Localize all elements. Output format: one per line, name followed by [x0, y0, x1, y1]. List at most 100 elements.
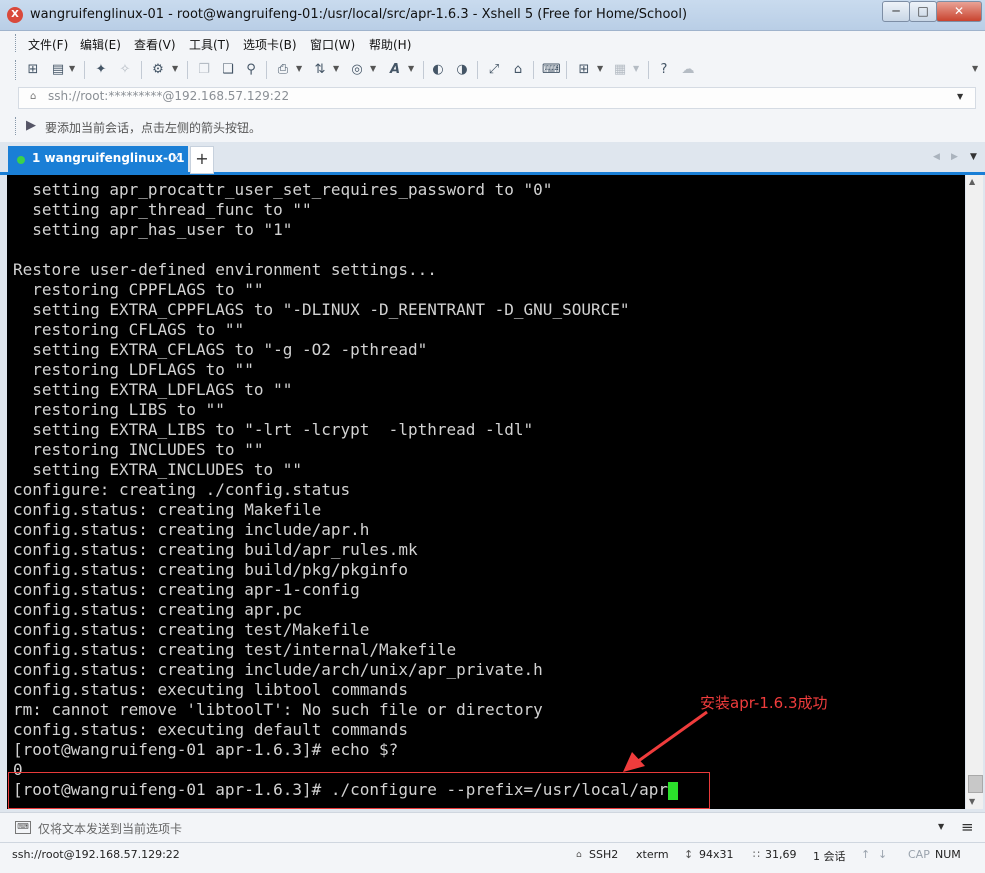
menu-grip — [15, 34, 19, 52]
status-caps-lock: CAP — [908, 848, 930, 861]
menu-file[interactable]: 文件(F) — [28, 36, 68, 53]
terminal-line: config.status: creating apr-1-config — [13, 580, 360, 599]
scroll-down-icon[interactable]: ▼ — [969, 797, 975, 806]
new-session-icon[interactable]: ⊞ — [25, 62, 41, 78]
title-bar[interactable]: X wangruifenglinux-01 - root@wangruifeng… — [0, 0, 985, 31]
toolbar-overflow-icon[interactable]: ▼ — [972, 64, 978, 73]
new-tab-button[interactable]: + — [190, 146, 214, 174]
terminal-line: config.status: creating apr.pc — [13, 600, 302, 619]
open-dropdown-icon[interactable]: ▼ — [69, 64, 75, 73]
lock-icon: ⌂ — [576, 850, 582, 860]
terminal-line: config.status: creating build/pkg/pkginf… — [13, 560, 408, 579]
toolbar-separator — [187, 61, 188, 79]
terminal-line: restoring INCLUDES to "" — [13, 440, 264, 459]
toolbar-separator — [141, 61, 142, 79]
window-title: wangruifenglinux-01 - root@wangruifeng-0… — [30, 7, 688, 22]
session-up-icon[interactable]: ↑ — [861, 848, 870, 861]
terminal-line: setting apr_procattr_user_set_requires_p… — [13, 180, 553, 199]
annotation-arrow — [623, 710, 708, 772]
tab-session-1[interactable]: 1 wangruifenglinux-01 × — [8, 146, 188, 172]
toolbar-separator — [533, 61, 534, 79]
terminal-line: config.status: creating test/internal/Ma… — [13, 640, 457, 659]
font-icon[interactable]: A — [387, 62, 403, 78]
menu-edit[interactable]: 编辑(E) — [80, 36, 121, 53]
tab-close-icon[interactable]: × — [171, 151, 181, 165]
transfer-icon[interactable]: ⇅ — [312, 62, 328, 78]
font-dropdown-icon[interactable]: ▼ — [408, 64, 414, 73]
globe-icon[interactable]: ◎ — [349, 62, 365, 78]
minimize-button[interactable]: ─ — [882, 1, 910, 22]
maximize-button[interactable]: □ — [909, 1, 937, 22]
find-icon[interactable]: ⚲ — [243, 62, 259, 78]
session-hint-bar: ▶ 要添加当前会话，点击左侧的箭头按钮。 — [0, 111, 985, 142]
hint-grip — [15, 117, 19, 135]
open-folder-icon[interactable]: ▤ — [50, 62, 66, 78]
toolbar-separator — [84, 61, 85, 79]
scroll-up-icon[interactable]: ▲ — [969, 177, 975, 186]
menu-icon[interactable]: ≡ — [961, 818, 974, 836]
status-terminal-type: xterm — [636, 848, 669, 861]
status-protocol: SSH2 — [589, 848, 619, 861]
chat-icon[interactable]: ☁ — [680, 62, 696, 78]
send-text-input[interactable]: 仅将文本发送到当前选项卡 — [38, 820, 182, 837]
menu-tabs[interactable]: 选项卡(B) — [243, 36, 297, 53]
lock-icon[interactable]: ⌂ — [510, 62, 526, 78]
menu-bar: 文件(F) 编辑(E) 查看(V) 工具(T) 选项卡(B) 窗口(W) 帮助(… — [0, 31, 985, 55]
address-text: ssh://root:*********@192.168.57.129:22 — [48, 89, 290, 103]
address-dropdown-icon[interactable]: ▼ — [957, 92, 963, 101]
menu-tools[interactable]: 工具(T) — [189, 36, 230, 53]
status-size: 94x31 — [699, 848, 734, 861]
new-tab-dropdown-icon[interactable]: ▼ — [597, 64, 603, 73]
toolbar-separator — [648, 61, 649, 79]
add-session-arrow-icon[interactable]: ▶ — [26, 118, 36, 133]
menu-help[interactable]: 帮助(H) — [369, 36, 411, 53]
properties-dropdown-icon[interactable]: ▼ — [172, 64, 178, 73]
tab-list-dropdown-icon[interactable]: ▼ — [970, 152, 977, 162]
xshell-logo-icon: X — [7, 7, 23, 23]
xmanager-icon[interactable]: ◑ — [454, 62, 470, 78]
disconnect-icon[interactable]: ✧ — [117, 62, 133, 78]
terminal-line: config.status: creating test/Makefile — [13, 620, 370, 639]
terminal-line: setting EXTRA_LIBS to "-lrt -lcrypt -lpt… — [13, 420, 534, 439]
lock-icon: ⌂ — [30, 91, 37, 102]
terminal-line: Restore user-defined environment setting… — [13, 260, 437, 279]
menu-window[interactable]: 窗口(W) — [310, 36, 355, 53]
fullscreen-icon[interactable]: ⤢ — [486, 62, 502, 78]
layout-icon[interactable]: ▦ — [612, 62, 628, 78]
status-connection: ssh://root@192.168.57.129:22 — [12, 848, 180, 861]
terminal-line: config.status: creating build/apr_rules.… — [13, 540, 418, 559]
toolbar-separator — [266, 61, 267, 79]
send-target-dropdown-icon[interactable]: ▼ — [938, 822, 944, 831]
copy-icon[interactable]: ❐ — [196, 62, 212, 78]
keyboard-icon[interactable]: ⌨ — [542, 62, 561, 78]
session-down-icon[interactable]: ↓ — [878, 848, 887, 861]
terminal-line: setting EXTRA_CFLAGS to "-g -O2 -pthread… — [13, 340, 428, 359]
terminal-line: config.status: creating include/apr.h — [13, 520, 370, 539]
keyboard-icon: ⌨ — [15, 821, 31, 834]
print-icon[interactable]: ⎙ — [275, 62, 291, 78]
terminal-line: restoring LIBS to "" — [13, 400, 225, 419]
new-tab-icon[interactable]: ⊞ — [576, 62, 592, 78]
tab-prev-icon[interactable]: ◀ — [933, 152, 940, 162]
xftp-icon[interactable]: ◐ — [430, 62, 446, 78]
scrollbar-thumb[interactable] — [968, 775, 983, 793]
tab-bar: 1 wangruifenglinux-01 × + ◀ ▶ ▼ — [0, 143, 985, 175]
transfer-dropdown-icon[interactable]: ▼ — [333, 64, 339, 73]
layout-dropdown-icon[interactable]: ▼ — [633, 64, 639, 73]
tab-next-icon[interactable]: ▶ — [951, 152, 958, 162]
globe-dropdown-icon[interactable]: ▼ — [370, 64, 376, 73]
properties-icon[interactable]: ⚙ — [150, 62, 166, 78]
terminal-line: config.status: creating Makefile — [13, 500, 322, 519]
close-button[interactable]: ✕ — [936, 1, 982, 22]
help-icon[interactable]: ? — [656, 62, 672, 78]
menu-view[interactable]: 查看(V) — [134, 36, 176, 53]
reconnect-icon[interactable]: ✦ — [93, 62, 109, 78]
terminal-output[interactable]: setting apr_procattr_user_set_requires_p… — [13, 180, 963, 810]
status-num-lock: NUM — [935, 848, 961, 861]
terminal-line: restoring CPPFLAGS to "" — [13, 280, 264, 299]
status-sessions: 1 会话 — [813, 850, 846, 863]
terminal-scrollbar[interactable]: ▲ ▼ — [966, 175, 983, 809]
print-dropdown-icon[interactable]: ▼ — [296, 64, 302, 73]
paste-icon[interactable]: ❑ — [220, 62, 236, 78]
toolbar: ⊞ ▤ ▼ ✦ ✧ ⚙ ▼ ❐ ❑ ⚲ ⎙ ▼ ⇅ ▼ ◎ ▼ A ▼ ◐ ◑ … — [0, 55, 985, 85]
